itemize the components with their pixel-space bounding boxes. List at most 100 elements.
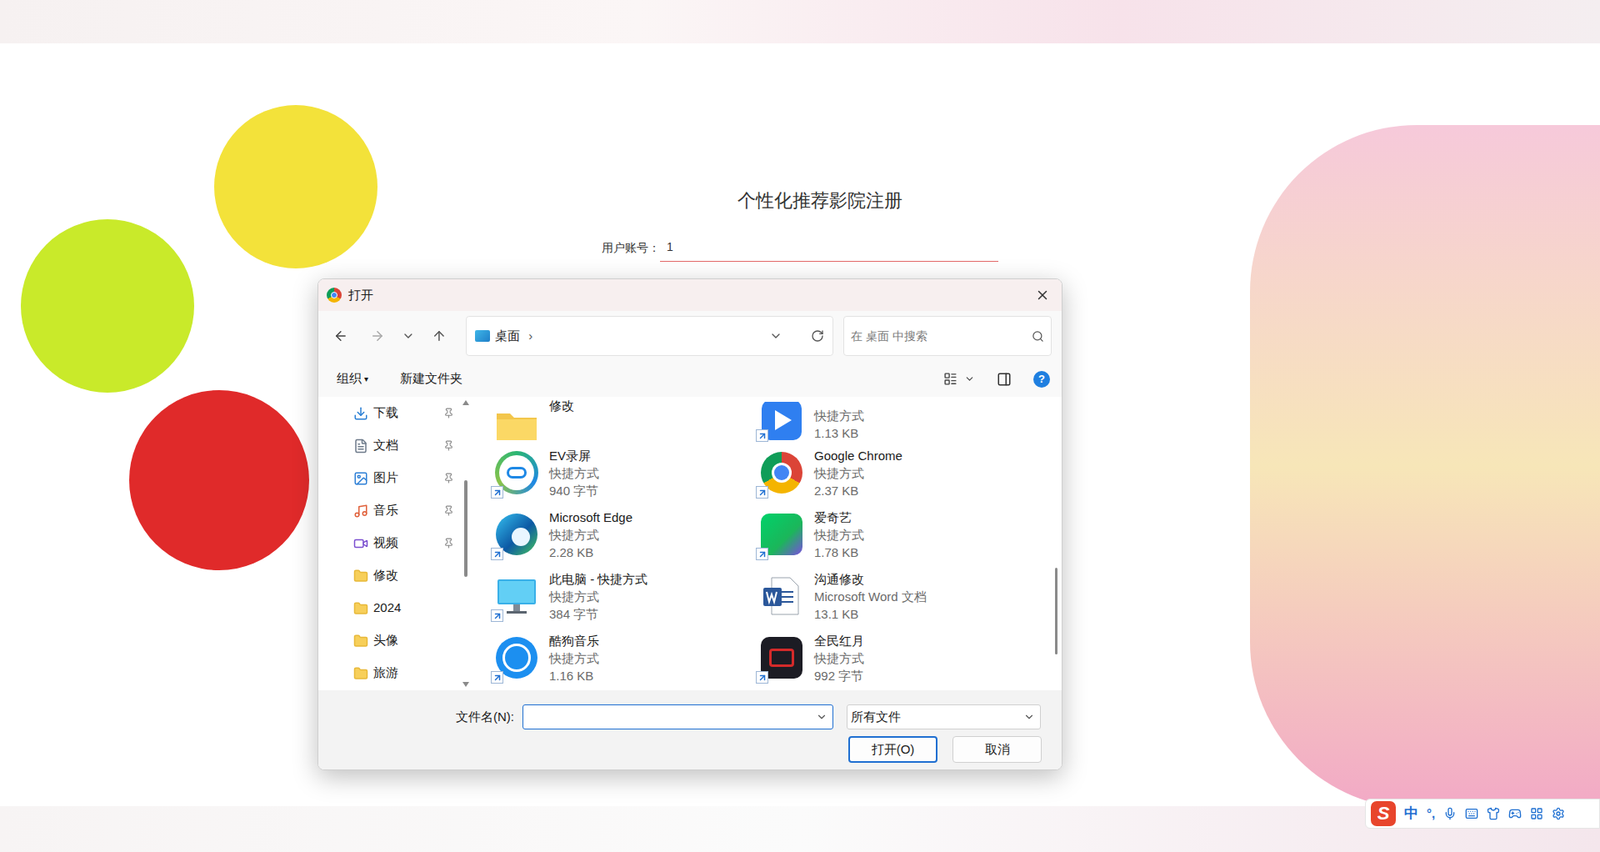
- address-bar[interactable]: 桌面›: [465, 315, 834, 356]
- view-icon[interactable]: [943, 371, 958, 386]
- ime-logo[interactable]: S: [1370, 800, 1396, 826]
- file-size: 2.37 KB: [814, 481, 903, 500]
- shortcut-arrow-icon: [755, 485, 769, 499]
- video-icon: [353, 535, 369, 551]
- nav-item[interactable]: 旅游: [353, 656, 461, 690]
- nav-item[interactable]: 视频: [353, 526, 461, 560]
- search-box[interactable]: 在 桌面 中搜索: [843, 315, 1052, 356]
- file-item[interactable]: 全民红月快捷方式992 字节: [755, 626, 1021, 689]
- shortcut-arrow-icon: [490, 670, 504, 684]
- file-item[interactable]: Google Chrome快捷方式2.37 KB: [755, 441, 1021, 504]
- file-item[interactable]: 爱奇艺快捷方式1.78 KB: [755, 503, 1021, 565]
- ime-mode[interactable]: 中: [1404, 802, 1419, 825]
- mic-icon[interactable]: [1443, 806, 1457, 820]
- nav-item[interactable]: 下载: [353, 396, 461, 430]
- up-icon[interactable]: [431, 328, 447, 344]
- file-item[interactable]: 此电脑 - 快捷方式快捷方式384 字节: [490, 565, 756, 627]
- file-item[interactable]: 沟通修改Microsoft Word 文档13.1 KB: [755, 565, 1021, 627]
- field-label: 用户账号：: [601, 239, 660, 262]
- search-placeholder: 在 桌面 中搜索: [850, 327, 1032, 345]
- shortcut-arrow-icon: [755, 429, 769, 442]
- file-size: 2.28 KB: [549, 543, 633, 561]
- new-folder-button[interactable]: 新建文件夹: [400, 369, 463, 389]
- keyboard-icon[interactable]: [1465, 806, 1479, 820]
- file-item[interactable]: 修改: [490, 396, 756, 442]
- file-type: 快捷方式: [814, 525, 865, 544]
- organize-button[interactable]: 组织▾: [336, 369, 369, 389]
- nav-label: 视频: [373, 533, 444, 553]
- preview-pane-icon[interactable]: [996, 371, 1012, 387]
- file-scrollbar[interactable]: [1050, 396, 1062, 690]
- file-size: 1.13 KB: [814, 424, 865, 442]
- recent-icon[interactable]: [401, 329, 415, 343]
- file-item[interactable]: 快捷方式1.13 KB: [755, 396, 1021, 442]
- nav-label: 图片: [373, 468, 444, 488]
- toolbox-icon[interactable]: [1530, 806, 1544, 820]
- file-item[interactable]: 酷狗音乐快捷方式1.16 KB: [490, 626, 756, 689]
- file-name: Microsoft Edge: [549, 508, 633, 526]
- address-dropdown-icon[interactable]: [769, 329, 783, 343]
- file-item[interactable]: Microsoft Edge快捷方式2.28 KB: [490, 503, 756, 565]
- file-name: 爱奇艺: [814, 508, 865, 526]
- refresh-icon[interactable]: [810, 329, 825, 343]
- game-icon[interactable]: [1508, 806, 1522, 820]
- nav-scrollbar[interactable]: [460, 396, 471, 690]
- forward-icon[interactable]: [370, 328, 385, 344]
- file-type-filter[interactable]: 所有文件: [846, 704, 1041, 730]
- filename-input[interactable]: [522, 704, 834, 730]
- nav-item[interactable]: 图片: [353, 461, 461, 495]
- file-name: EV录屏: [549, 446, 600, 465]
- page-title: 个性化推荐影院注册: [697, 188, 903, 214]
- nav-label: 头像: [373, 630, 461, 650]
- file-name: 沟通修改: [814, 570, 927, 588]
- nav-item[interactable]: 文档: [353, 429, 461, 462]
- pin-icon: [443, 505, 455, 516]
- nav-label: 2024: [373, 598, 461, 618]
- nav-item[interactable]: 2024: [353, 591, 461, 625]
- folder-icon: [353, 568, 369, 584]
- file-grid: 修改快捷方式1.13 KBEV录屏快捷方式940 字节Google Chrome…: [490, 396, 1050, 689]
- file-type: 快捷方式: [814, 649, 865, 667]
- file-size: 1.78 KB: [814, 543, 865, 561]
- form-row: 用户账号：1: [601, 238, 999, 262]
- nav-item[interactable]: 音乐: [353, 494, 461, 527]
- folder-icon: [353, 665, 369, 681]
- file-type: 快捷方式: [814, 406, 865, 425]
- settings-icon[interactable]: [1551, 806, 1565, 820]
- nav-label: 文档: [373, 435, 444, 455]
- dialog-button[interactable]: 取消: [952, 735, 1042, 763]
- word-document-icon: [760, 574, 804, 618]
- help-button[interactable]: ?: [1033, 370, 1050, 388]
- file-type: 快捷方式: [549, 525, 633, 544]
- account-input[interactable]: 1: [660, 238, 999, 262]
- title-bar: 打开: [318, 279, 1062, 311]
- pin-icon: [443, 407, 455, 419]
- close-icon[interactable]: [1035, 287, 1050, 303]
- filename-label: 文件名(N):: [455, 707, 523, 727]
- ime-punctuation[interactable]: °,: [1426, 804, 1435, 824]
- dialog-button[interactable]: 打开(O): [848, 735, 938, 763]
- nav-item[interactable]: 修改: [353, 559, 461, 592]
- pin-icon: [443, 440, 455, 451]
- shortcut-arrow-icon: [755, 547, 769, 560]
- pin-icon: [443, 472, 455, 484]
- filename-dropdown-icon[interactable]: [815, 710, 828, 723]
- nav-pane: 下载文档图片音乐视频修改 2024 头像旅游: [318, 396, 461, 690]
- nav-bar: 桌面› 在 桌面 中搜索: [318, 310, 1062, 361]
- nav-label: 下载: [373, 403, 444, 423]
- view-dropdown-icon[interactable]: [964, 373, 975, 385]
- file-type: 快捷方式: [549, 649, 600, 667]
- folder-icon: [495, 408, 539, 442]
- picture-icon: [353, 470, 369, 486]
- file-size: 940 字节: [549, 481, 600, 500]
- file-item[interactable]: EV录屏快捷方式940 字节: [490, 441, 756, 504]
- shortcut-arrow-icon: [490, 547, 504, 560]
- nav-item[interactable]: 头像: [353, 624, 461, 657]
- skin-icon[interactable]: [1486, 806, 1500, 820]
- desktop-icon: [475, 330, 490, 342]
- back-icon[interactable]: [333, 328, 349, 344]
- file-name: 酷狗音乐: [549, 631, 600, 650]
- open-dialog: 打开桌面›在 桌面 中搜索组织▾新建文件夹?下载文档图片音乐视频修改2024头像…: [317, 278, 1063, 770]
- ime-bar: S中 °,: [1365, 798, 1600, 829]
- file-size: 992 字节: [814, 666, 865, 685]
